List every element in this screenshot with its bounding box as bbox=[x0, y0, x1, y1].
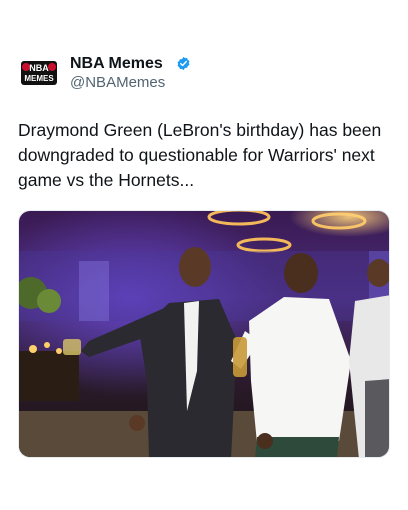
tweet-header: NBA MEMES NBA Memes @NBAMemes bbox=[18, 52, 390, 96]
nba-memes-logo: NBA MEMES bbox=[18, 52, 60, 94]
avatar-text-top: NBA bbox=[29, 63, 49, 73]
author-handle[interactable]: @NBAMemes bbox=[70, 74, 165, 92]
author-display-name[interactable]: NBA Memes bbox=[70, 54, 163, 73]
verified-badge-icon bbox=[177, 56, 190, 71]
avatar[interactable]: NBA MEMES bbox=[18, 52, 60, 94]
avatar-text-bottom: MEMES bbox=[24, 74, 54, 83]
party-photo bbox=[19, 211, 389, 457]
tweet-text: Draymond Green (LeBron's birthday) has b… bbox=[18, 120, 382, 190]
tweet-media[interactable] bbox=[18, 210, 390, 458]
